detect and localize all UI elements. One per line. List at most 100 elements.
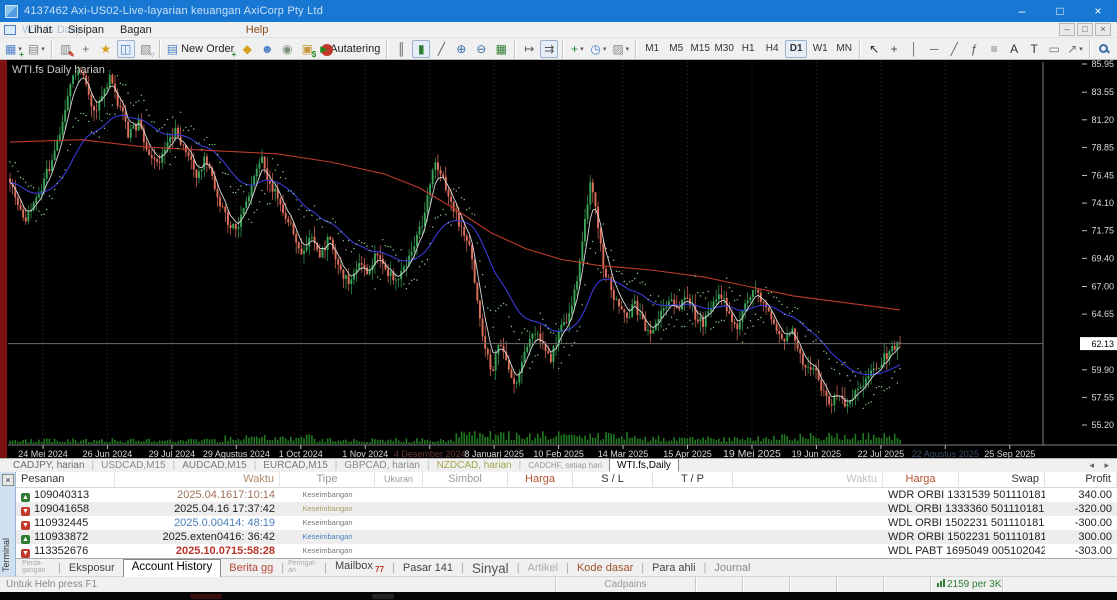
tab-para-ahli[interactable]: Para ahli bbox=[644, 561, 703, 576]
tab-journal[interactable]: Journal bbox=[706, 561, 758, 576]
text-label-button[interactable]: T bbox=[1025, 40, 1043, 58]
menu-lihat[interactable]: Lihat bbox=[20, 23, 60, 37]
cursor-button[interactable]: ↖ bbox=[865, 40, 883, 58]
column-header-pesanan[interactable]: Pesanan bbox=[16, 471, 115, 488]
column-header-ukuran[interactable]: Ukuran bbox=[375, 471, 423, 488]
column-header-tipe[interactable]: Tipe bbox=[280, 471, 375, 488]
mdi-minimize-button[interactable]: – bbox=[1059, 23, 1075, 36]
crosshair-button[interactable]: + bbox=[885, 40, 903, 58]
timeframe-w1[interactable]: W1 bbox=[809, 40, 831, 58]
table-row[interactable]: ▼ 109041658 2025.04.16 17:37:42 Keseimbanga… bbox=[16, 502, 1117, 516]
chevron-down-icon: ▾ bbox=[625, 45, 630, 53]
tab-account-history[interactable]: Account History bbox=[122, 559, 222, 577]
market-button[interactable]: ▣ $ bbox=[298, 40, 317, 59]
trendline-button[interactable]: ╱ bbox=[945, 40, 963, 58]
timeframe-mn[interactable]: MN bbox=[833, 40, 855, 58]
maximize-button[interactable]: □ bbox=[1041, 0, 1079, 22]
menu-bagan[interactable]: Bagan bbox=[112, 23, 160, 37]
periods-button[interactable]: ◷ ▾ bbox=[588, 40, 608, 58]
mdi-close-button[interactable]: × bbox=[1095, 23, 1111, 36]
shapes-button[interactable]: ▭ bbox=[1045, 40, 1063, 58]
chart-shift-button[interactable]: ⇉ bbox=[540, 39, 559, 58]
tab-artikel[interactable]: Artikel bbox=[520, 561, 567, 576]
chart-tab-usdcad[interactable]: USDCAD,M15 bbox=[94, 460, 172, 471]
arrows-button[interactable]: ↗ ▾ bbox=[1065, 40, 1085, 58]
column-header-swap[interactable]: Swap bbox=[959, 471, 1045, 488]
metaeditor-button[interactable]: ◆ bbox=[238, 40, 256, 58]
menu-help[interactable]: Help bbox=[238, 23, 277, 37]
column-header-t-p[interactable]: T / P bbox=[653, 471, 733, 488]
timeframe-h4[interactable]: H4 bbox=[761, 40, 783, 58]
table-row[interactable]: ▲ 109040313 2025.04.1617:10:14 Keseimbangan… bbox=[16, 488, 1117, 502]
table-row[interactable]: ▼ 110932445 2025.0.00414: 48:19 Keseimbanga… bbox=[16, 516, 1117, 530]
tab-pasar[interactable]: Pasar 141 bbox=[395, 561, 461, 576]
column-header-harga[interactable]: Harga bbox=[508, 471, 573, 488]
market-watch-button-overlay-icon: ✎ bbox=[68, 49, 75, 59]
arrows-icon: ↗ bbox=[1067, 41, 1078, 56]
text-button[interactable]: A bbox=[1005, 40, 1023, 58]
zoom-out-button[interactable]: ⊖ bbox=[472, 40, 490, 58]
timeframe-m1[interactable]: M1 bbox=[641, 40, 663, 58]
chart-tab-cadjpy[interactable]: CADJPY, harian bbox=[6, 460, 92, 471]
timeframe-m30[interactable]: M30 bbox=[713, 40, 735, 58]
community-button[interactable]: ◉ bbox=[278, 40, 296, 58]
tab-perdagangan[interactable]: Perda- gangan bbox=[18, 560, 58, 576]
minimize-button[interactable]: – bbox=[1003, 0, 1041, 22]
column-header-waktu[interactable]: Waktu bbox=[115, 471, 280, 488]
tab-kode-dasar[interactable]: Kode dasar bbox=[569, 561, 641, 576]
line-chart-button[interactable]: ╱ bbox=[432, 40, 450, 58]
column-header-harga[interactable]: Harga bbox=[883, 471, 959, 488]
column-header-simbol[interactable]: Simbol bbox=[423, 471, 508, 488]
table-row[interactable]: ▲ 110933872 2025.exten0416: 36:42 Keseimban… bbox=[16, 530, 1117, 544]
candlestick-button[interactable]: ▮ bbox=[412, 39, 431, 58]
channels-button[interactable]: ≡ bbox=[985, 40, 1003, 58]
fibonacci-button[interactable]: ƒ bbox=[965, 40, 983, 58]
close-button[interactable]: × bbox=[1079, 0, 1117, 22]
terminal-close-icon[interactable]: × bbox=[2, 474, 14, 486]
auto-scroll-button[interactable]: ↦ bbox=[520, 40, 538, 58]
search-button[interactable] bbox=[1095, 40, 1113, 58]
terminal-button[interactable]: ◫ bbox=[116, 39, 135, 58]
horizontal-line-button[interactable]: ─ bbox=[925, 40, 943, 58]
menu-sisipan[interactable]: Sisipan bbox=[60, 23, 112, 37]
timeframe-h1[interactable]: H1 bbox=[737, 40, 759, 58]
tab-peringatan[interactable]: Peringat- an bbox=[284, 560, 324, 576]
templates-button[interactable]: ▨ ▾ bbox=[610, 40, 631, 58]
chart-tab-eurcad[interactable]: EURCAD,M15 bbox=[256, 460, 334, 471]
column-header-profit[interactable]: Profit bbox=[1045, 471, 1117, 488]
chart-tab-nzdcad[interactable]: NZDCAD, harian bbox=[430, 460, 519, 471]
data-window-button[interactable]: + bbox=[77, 40, 95, 58]
autotrading-button[interactable]: ▶ Autatering bbox=[318, 40, 382, 58]
indicators-button[interactable]: + ▾ bbox=[568, 40, 586, 58]
market-watch-button[interactable]: ▥ ✎ bbox=[57, 40, 75, 59]
new-order-icon: ▤ bbox=[166, 41, 179, 56]
chart-tab-cadchf[interactable]: CADCHF, setiap hari bbox=[521, 461, 609, 470]
zoom-in-button[interactable]: ⊕ bbox=[452, 40, 470, 58]
bar-chart-button[interactable]: ║ bbox=[392, 40, 410, 58]
experts-button[interactable]: ☻ bbox=[258, 40, 276, 58]
tab-berita[interactable]: Berita gg bbox=[221, 561, 281, 576]
strategy-tester-button[interactable]: ▧ ○ bbox=[137, 40, 155, 59]
new-order-button[interactable]: ▤ + New Order bbox=[165, 40, 237, 59]
timeframe-m15[interactable]: M15 bbox=[689, 40, 711, 58]
vertical-line-button[interactable]: │ bbox=[905, 40, 923, 58]
chart-tab-audcad[interactable]: AUDCAD,M15 bbox=[175, 460, 253, 471]
chart-window[interactable]: 85.95 83.55 81.20 78.85 76.45 74.10 71.75 69.40… bbox=[0, 60, 1117, 458]
profiles-button[interactable]: ▤ ▾ bbox=[26, 40, 47, 58]
tile-windows-button[interactable]: ▦ bbox=[492, 40, 510, 58]
size-cell bbox=[375, 544, 423, 558]
column-header-s-l[interactable]: S / L bbox=[573, 471, 653, 488]
tab-scroll-arrows-icon[interactable]: ◂ ▸ bbox=[1089, 460, 1113, 471]
mdi-restore-button[interactable]: □ bbox=[1077, 23, 1093, 36]
column-header-waktu[interactable]: Waktu bbox=[733, 471, 883, 488]
table-row[interactable]: ▼ 113352676 2025.10.0715:58:28 Keseimbangan… bbox=[16, 544, 1117, 558]
navigator-button[interactable]: ★ bbox=[97, 40, 115, 58]
timeframe-d1[interactable]: D1 bbox=[785, 39, 808, 58]
timeframe-m5[interactable]: M5 bbox=[665, 40, 687, 58]
chart-tab-gbpcad[interactable]: GBPCAD, harian bbox=[337, 460, 427, 471]
new-chart-button[interactable]: ▦ + ▾ bbox=[3, 40, 24, 59]
tab-sinyal[interactable]: Sinyal bbox=[464, 560, 517, 576]
tab-eksposur[interactable]: Eksposur bbox=[61, 561, 123, 576]
tab-mailbox[interactable]: Mailbox 77 bbox=[327, 559, 392, 576]
chart-tab-wti[interactable]: WTI.fs,Daily bbox=[609, 458, 679, 472]
